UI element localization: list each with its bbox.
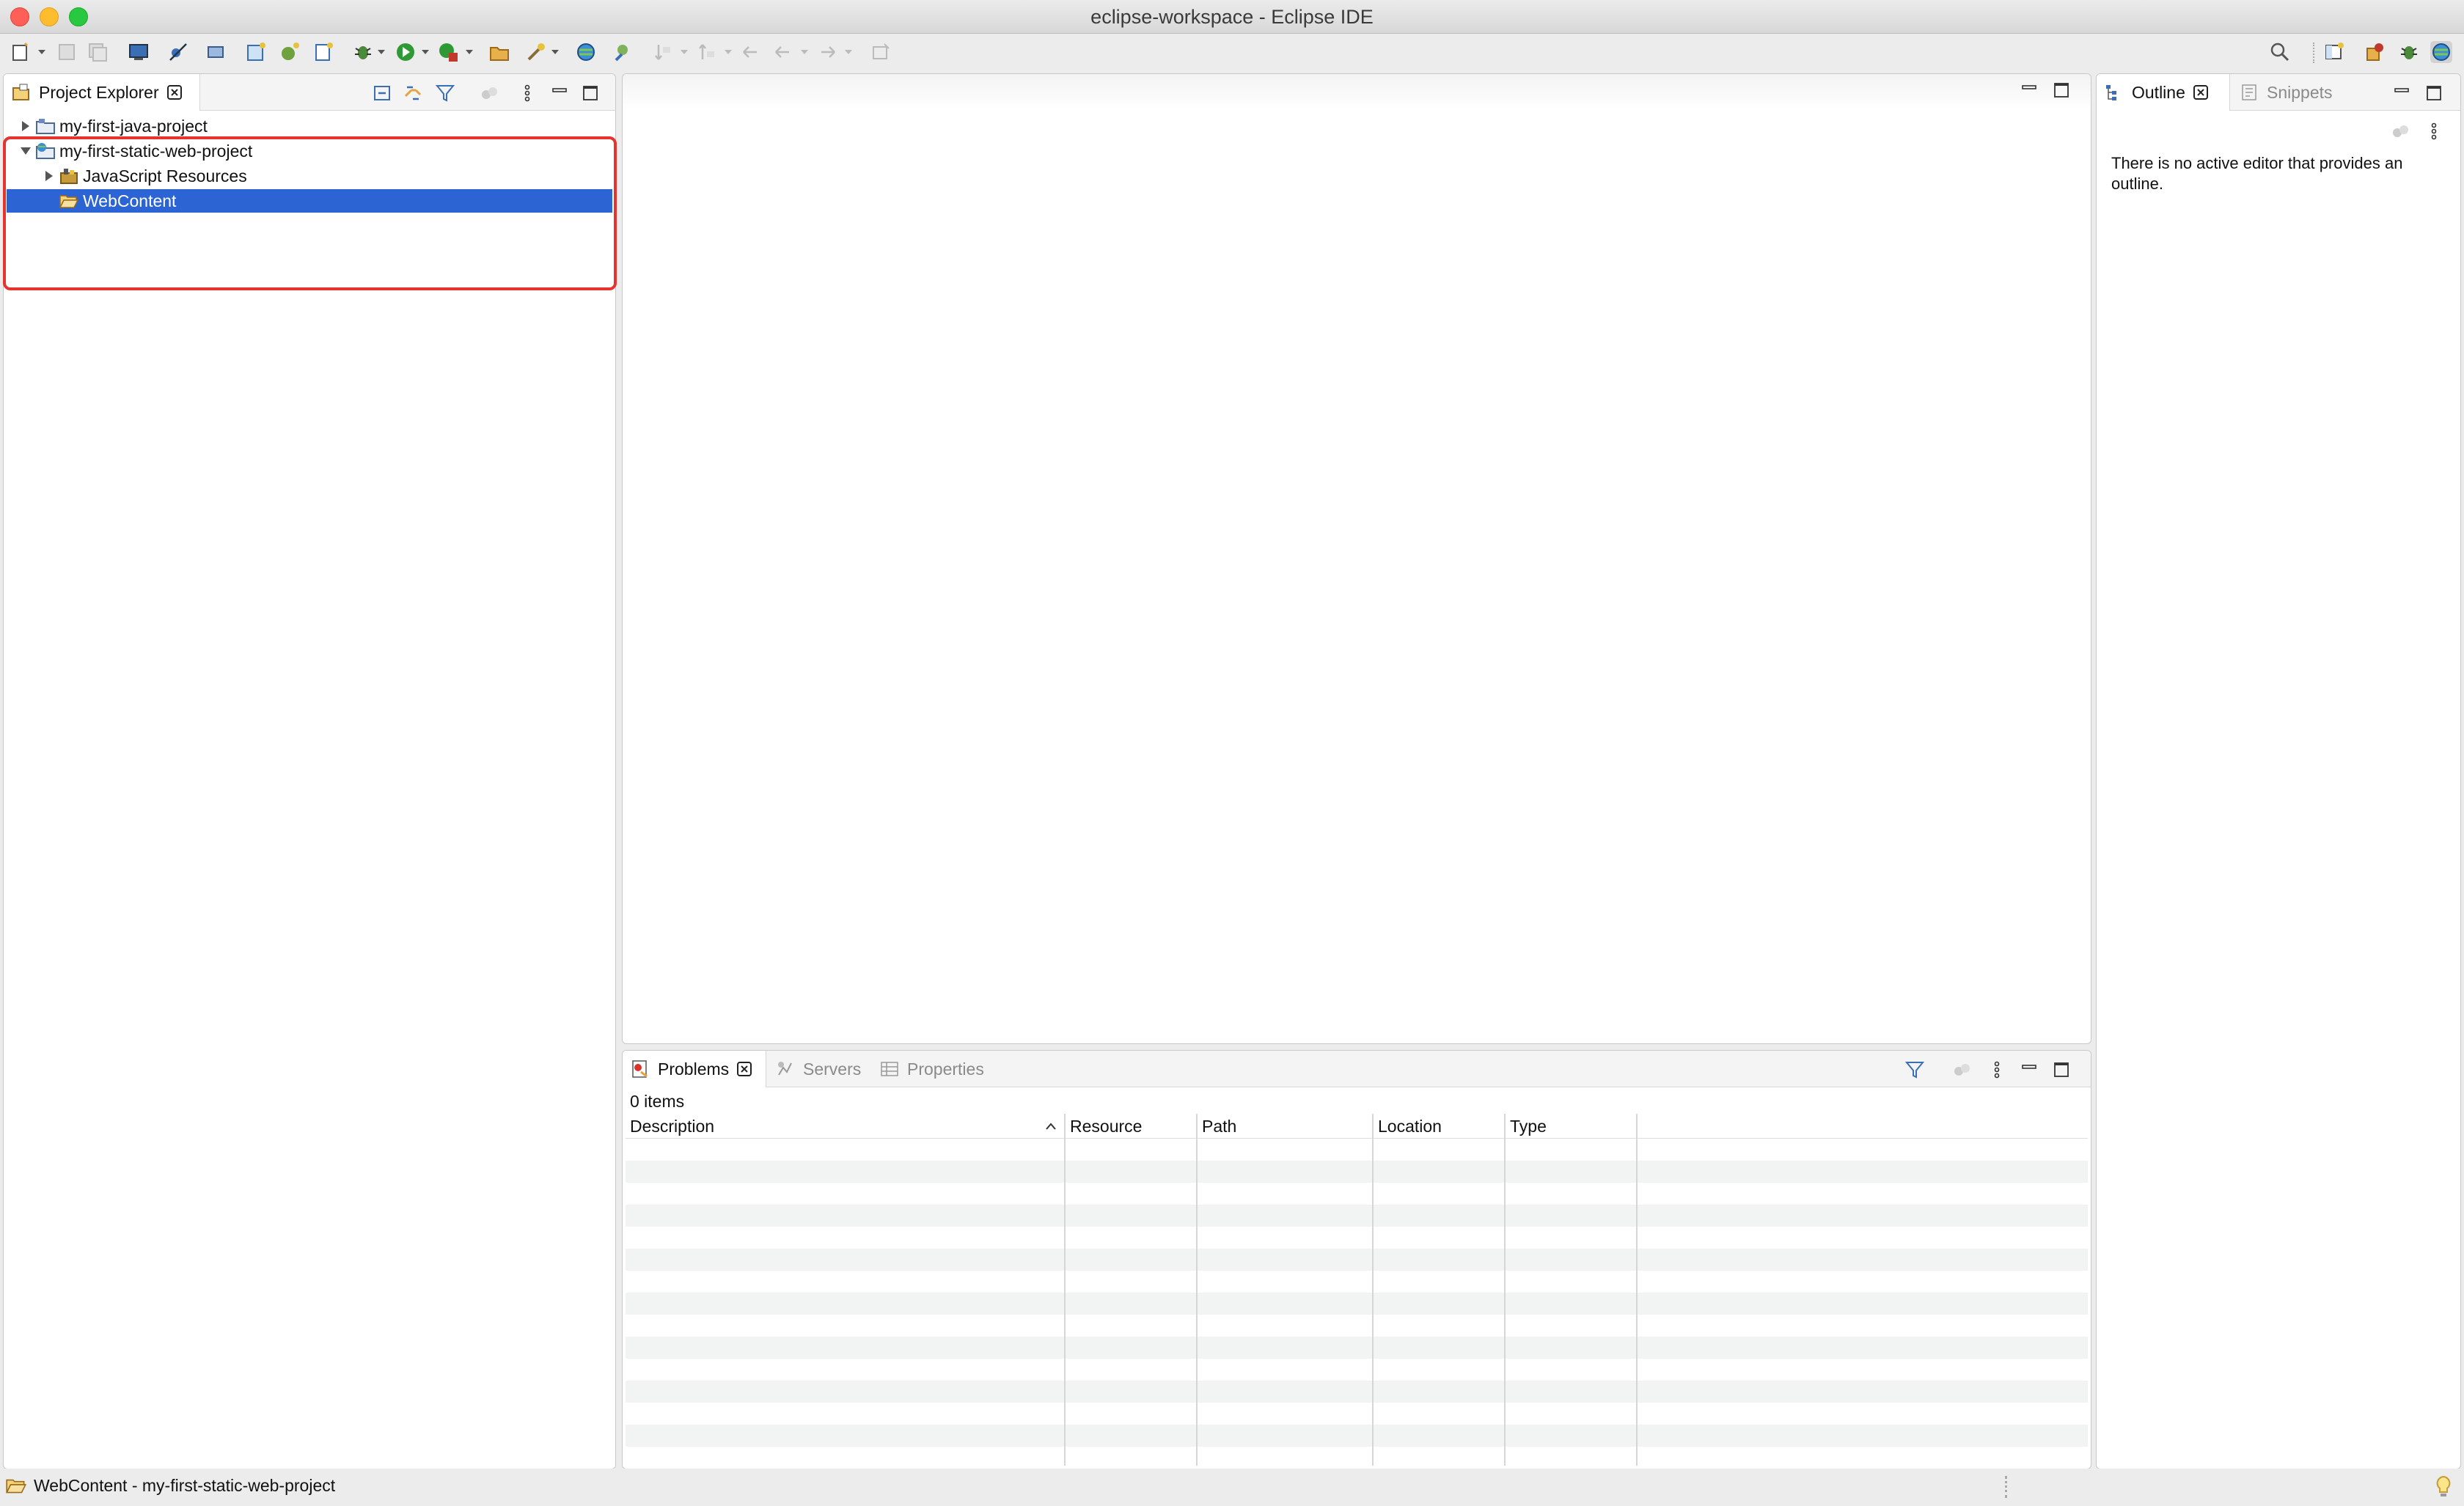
external-tools-icon[interactable]: [437, 41, 459, 63]
new-file-icon[interactable]: [312, 41, 334, 63]
servers-icon: [778, 1062, 792, 1076]
debug-perspective-icon[interactable]: [2398, 41, 2420, 63]
problems-tabstrip: Problems Servers Properties: [623, 1051, 2091, 1087]
java-project-icon: [36, 119, 55, 134]
table-header: Description Resource Path Location Type: [626, 1114, 2088, 1139]
open-task-icon[interactable]: [525, 41, 547, 63]
properties-icon: [881, 1062, 898, 1076]
tab-outline[interactable]: Outline: [2097, 74, 2230, 111]
new-project-icon[interactable]: [245, 41, 267, 63]
tab-label: Snippets: [2267, 82, 2333, 102]
collapse-all-icon[interactable]: [372, 83, 392, 103]
java-ee-perspective-icon[interactable]: [2364, 41, 2386, 63]
column-header-location[interactable]: Location: [1374, 1114, 1506, 1139]
tab-label: Properties: [907, 1059, 984, 1079]
new-class-icon[interactable]: [279, 41, 301, 63]
tab-servers[interactable]: Servers: [768, 1051, 861, 1087]
window-title: eclipse-workspace - Eclipse IDE: [1090, 6, 1374, 28]
minimize-icon[interactable]: [2019, 80, 2039, 100]
problems-icon: [632, 1060, 648, 1078]
outline-tabstrip: Outline Snippets: [2097, 74, 2460, 111]
lightbulb-icon[interactable]: [2433, 1474, 2454, 1499]
skip-breakpoints-icon[interactable]: [167, 41, 189, 63]
table-body: [626, 1139, 2088, 1466]
maximize-icon[interactable]: [2051, 1059, 2072, 1080]
editor-area: [622, 73, 2091, 1044]
save-icon: [56, 41, 78, 63]
filter-icon[interactable]: [1904, 1059, 1925, 1080]
column-header-resource[interactable]: Resource: [1066, 1114, 1198, 1139]
tab-project-explorer[interactable]: Project Explorer: [4, 74, 200, 111]
tab-label: Project Explorer: [39, 82, 159, 102]
title-bar: eclipse-workspace - Eclipse IDE: [0, 0, 2464, 34]
back-icon: [771, 41, 793, 63]
view-menu-icon[interactable]: [517, 83, 538, 103]
outline-view: Outline Snippets There is no active edit…: [2096, 73, 2461, 1469]
outline-empty-message: There is no active editor that provides …: [2111, 154, 2403, 193]
next-annotation-icon: [653, 41, 675, 63]
last-edit-icon: [739, 41, 761, 63]
tree-item-my-first-java-project[interactable]: my-first-java-project: [7, 114, 612, 138]
item-count: 0 items: [630, 1092, 685, 1111]
filter-icon[interactable]: [435, 83, 455, 103]
new-server-icon[interactable]: [205, 41, 227, 63]
column-header-description[interactable]: Description: [626, 1114, 1066, 1139]
column-header-type[interactable]: Type: [1506, 1114, 1638, 1139]
highlight-box: [3, 136, 617, 290]
minimize-icon[interactable]: [2391, 83, 2412, 103]
save-all-icon: [87, 41, 109, 63]
main-toolbar: [0, 34, 2464, 70]
tab-properties[interactable]: Properties: [872, 1051, 984, 1087]
debug-icon[interactable]: [352, 41, 374, 63]
web-browser-icon[interactable]: [575, 41, 597, 63]
status-text: WebContent - my-first-static-web-project: [34, 1476, 336, 1495]
status-separator: [2005, 1476, 2007, 1498]
toolbar-separator: [2313, 43, 2314, 63]
problems-view: Problems Servers Properties 0 items Desc…: [622, 1050, 2091, 1469]
maximize-icon[interactable]: [2051, 80, 2072, 100]
forward-icon: [817, 41, 839, 63]
focus-on-active-task-icon: [2393, 125, 2408, 137]
tab-problems[interactable]: Problems: [623, 1051, 766, 1087]
close-icon[interactable]: [2193, 84, 2209, 100]
view-menu-icon[interactable]: [1987, 1059, 2007, 1080]
minimize-icon[interactable]: [2019, 1059, 2039, 1080]
sort-ascending-icon: [1046, 1123, 1056, 1130]
tab-label: Outline: [2132, 82, 2185, 102]
tab-snippets[interactable]: Snippets: [2232, 74, 2333, 111]
new-icon[interactable]: [10, 41, 32, 63]
open-perspective-icon[interactable]: [2323, 41, 2345, 63]
tab-label: Problems: [658, 1059, 730, 1079]
editor-header: [623, 74, 2091, 111]
snippets-icon: [2242, 84, 2256, 100]
project-explorer-icon: [12, 84, 29, 100]
focus-on-active-task-icon: [1954, 1064, 1970, 1076]
status-bar: WebContent - my-first-static-web-project: [0, 1469, 2464, 1506]
tree-item-label: my-first-java-project: [59, 116, 208, 136]
close-icon[interactable]: [736, 1061, 752, 1077]
search-icon[interactable]: [2269, 41, 2291, 63]
web-perspective-icon[interactable]: [2430, 41, 2452, 63]
maximize-icon[interactable]: [2424, 83, 2444, 103]
minimize-icon[interactable]: [549, 83, 570, 103]
link-with-editor-icon[interactable]: [403, 83, 423, 103]
close-icon[interactable]: [166, 84, 183, 100]
project-explorer-tabstrip: Project Explorer: [4, 74, 615, 111]
run-icon[interactable]: [395, 41, 417, 63]
open-type-icon[interactable]: [488, 41, 510, 63]
tab-label: Servers: [803, 1059, 862, 1079]
prev-annotation-icon: [697, 41, 719, 63]
search-icon[interactable]: [613, 41, 635, 63]
problems-table: Description Resource Path Location Type: [626, 1114, 2088, 1466]
expand-arrow-icon[interactable]: [17, 117, 34, 135]
column-header-path[interactable]: Path: [1198, 1114, 1374, 1139]
terminal-icon[interactable]: [128, 41, 150, 63]
focus-on-active-task-icon: [482, 87, 497, 99]
maximize-icon[interactable]: [580, 83, 601, 103]
pin-editor-icon: [870, 41, 892, 63]
outline-icon: [2106, 85, 2116, 100]
folder-open-icon: [5, 1479, 27, 1494]
view-menu-icon[interactable]: [2424, 121, 2444, 142]
